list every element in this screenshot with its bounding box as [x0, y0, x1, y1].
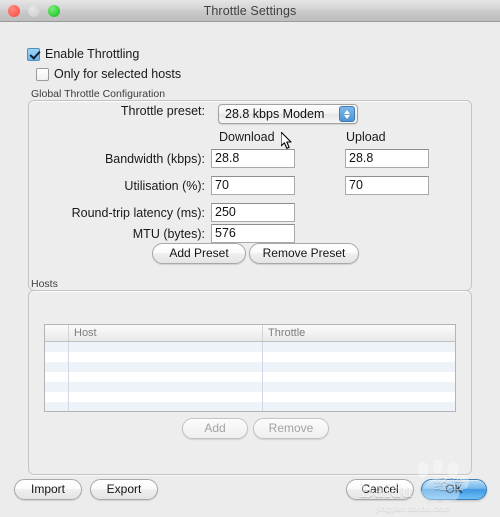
hosts-column-throttle[interactable]: Throttle — [263, 325, 455, 341]
row-select-cell[interactable] — [45, 402, 69, 411]
only-selected-hosts-checkbox[interactable] — [36, 67, 49, 81]
row-select-cell[interactable] — [45, 392, 69, 402]
upload-column-header: Upload — [346, 130, 386, 144]
cancel-button[interactable]: Cancel — [346, 479, 414, 500]
throttle-preset-select[interactable]: 28.8 kbps Modem — [218, 104, 358, 124]
utilisation-row: Utilisation (%): 70 — [45, 176, 295, 195]
bandwidth-upload-input[interactable]: 28.8 — [345, 149, 429, 168]
row-host-cell[interactable] — [69, 402, 263, 411]
bandwidth-label: Bandwidth (kbps): — [104, 151, 205, 166]
hosts-column-select[interactable] — [45, 325, 69, 341]
row-throttle-cell[interactable] — [263, 352, 455, 362]
hosts-group-label: Hosts — [31, 278, 58, 290]
throttle-preset-label: Throttle preset: — [120, 104, 205, 118]
chevron-updown-icon[interactable] — [339, 106, 355, 122]
global-group-box — [28, 100, 472, 291]
add-preset-button[interactable]: Add Preset — [152, 243, 246, 264]
utilisation-upload-input[interactable]: 70 — [345, 176, 429, 195]
utilisation-label: Utilisation (%): — [124, 178, 205, 193]
hosts-table[interactable]: Host Throttle — [44, 324, 456, 412]
global-group-label: Global Throttle Configuration — [31, 88, 166, 100]
throttle-preset-value: 28.8 kbps Modem — [225, 107, 325, 121]
row-throttle-cell[interactable] — [263, 342, 455, 352]
only-selected-hosts-row[interactable]: Only for selected hosts — [36, 67, 181, 81]
row-throttle-cell[interactable] — [263, 372, 455, 382]
utilisation-download-input[interactable]: 70 — [211, 176, 295, 195]
row-throttle-cell[interactable] — [263, 382, 455, 392]
table-row[interactable] — [45, 342, 455, 352]
row-host-cell[interactable] — [69, 392, 263, 402]
mtu-label: MTU (bytes): — [132, 226, 205, 241]
row-select-cell[interactable] — [45, 352, 69, 362]
hosts-table-header: Host Throttle — [45, 325, 455, 342]
row-host-cell[interactable] — [69, 352, 263, 362]
row-select-cell[interactable] — [45, 382, 69, 392]
row-host-cell[interactable] — [69, 342, 263, 352]
bandwidth-download-input[interactable]: 28.8 — [211, 149, 295, 168]
row-host-cell[interactable] — [69, 372, 263, 382]
remove-preset-button[interactable]: Remove Preset — [249, 243, 359, 264]
dialog-content: Enable Throttling Only for selected host… — [0, 22, 500, 517]
latency-input[interactable]: 250 — [211, 203, 295, 222]
watermark-subtext: jingyan.baidu.com — [376, 504, 451, 513]
row-select-cell[interactable] — [45, 372, 69, 382]
row-select-cell[interactable] — [45, 362, 69, 372]
latency-label: Round-trip latency (ms): — [71, 205, 205, 220]
row-select-cell[interactable] — [45, 342, 69, 352]
row-host-cell[interactable] — [69, 382, 263, 392]
enable-throttling-label: Enable Throttling — [45, 47, 140, 61]
row-throttle-cell[interactable] — [263, 402, 455, 411]
title-bar: Throttle Settings — [0, 0, 500, 22]
table-row[interactable] — [45, 372, 455, 382]
hosts-column-host[interactable]: Host — [69, 325, 263, 341]
row-host-cell[interactable] — [69, 362, 263, 372]
row-throttle-cell[interactable] — [263, 392, 455, 402]
table-row[interactable] — [45, 392, 455, 402]
window-title: Throttle Settings — [203, 4, 297, 18]
add-host-button[interactable]: Add — [182, 418, 248, 439]
export-button[interactable]: Export — [90, 479, 158, 500]
remove-host-button[interactable]: Remove — [253, 418, 329, 439]
mtu-input[interactable]: 576 — [211, 224, 295, 243]
enable-throttling-checkbox[interactable] — [27, 47, 40, 61]
table-row[interactable] — [45, 382, 455, 392]
throttle-settings-window: Throttle Settings Enable Throttling Only… — [0, 0, 500, 517]
bandwidth-row: Bandwidth (kbps): 28.8 — [45, 149, 295, 168]
latency-row: Round-trip latency (ms): 250 — [45, 203, 295, 222]
import-button[interactable]: Import — [14, 479, 82, 500]
mtu-row: MTU (bytes): 576 — [45, 224, 295, 243]
table-row[interactable] — [45, 402, 455, 411]
download-column-header: Download — [219, 130, 275, 144]
throttle-preset-row: Throttle preset: — [45, 104, 211, 118]
table-row[interactable] — [45, 352, 455, 362]
only-selected-hosts-label: Only for selected hosts — [54, 67, 182, 81]
ok-button[interactable]: OK — [421, 479, 487, 500]
table-row[interactable] — [45, 362, 455, 372]
row-throttle-cell[interactable] — [263, 362, 455, 372]
enable-throttling-row[interactable]: Enable Throttling — [27, 47, 139, 61]
